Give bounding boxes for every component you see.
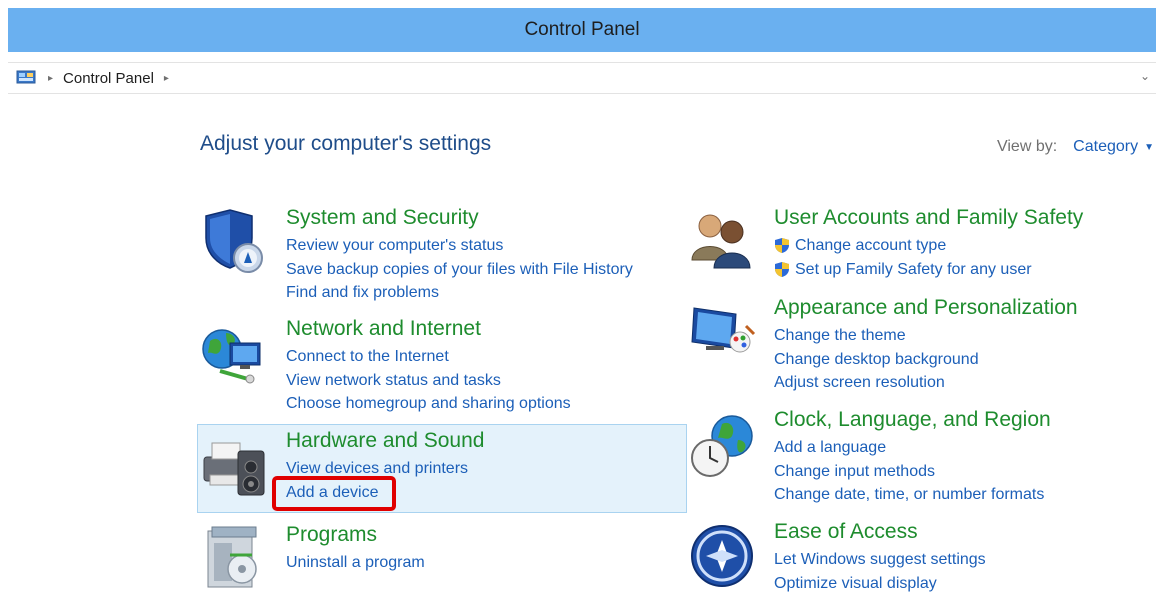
link-label[interactable]: Set up Family Safety for any user — [795, 258, 1032, 282]
link-label[interactable]: Change account type — [795, 234, 946, 258]
uac-shield-icon — [774, 261, 790, 278]
accessibility-icon[interactable] — [688, 522, 758, 592]
breadcrumb-separator[interactable]: ▸ — [48, 73, 53, 84]
link-review-status[interactable]: Review your computer's status — [286, 234, 633, 258]
category-title[interactable]: Hardware and Sound — [286, 429, 484, 453]
category-title[interactable]: Programs — [286, 523, 377, 547]
link-file-history[interactable]: Save backup copies of your files with Fi… — [286, 258, 633, 282]
category-links: Uninstall a program — [286, 551, 425, 575]
category-links: Review your computer's status Save backu… — [286, 234, 633, 305]
uac-shield-icon — [774, 237, 790, 254]
category-title[interactable]: User Accounts and Family Safety — [774, 206, 1083, 230]
link-change-theme[interactable]: Change the theme — [774, 324, 979, 348]
monitor-paint-icon[interactable] — [688, 298, 758, 368]
link-family-safety[interactable]: Set up Family Safety for any user — [774, 258, 1032, 282]
category-title[interactable]: System and Security — [286, 206, 479, 230]
view-by-dropdown[interactable]: Category — [1073, 138, 1138, 156]
security-shield-icon[interactable] — [200, 208, 270, 278]
control-panel-icon[interactable] — [16, 69, 38, 87]
link-desktop-background[interactable]: Change desktop background — [774, 348, 979, 372]
category-title[interactable]: Appearance and Personalization — [774, 296, 1078, 320]
link-optimize-display[interactable]: Optimize visual display — [774, 572, 986, 596]
users-icon[interactable] — [688, 208, 758, 278]
link-input-methods[interactable]: Change input methods — [774, 460, 1044, 484]
link-network-status[interactable]: View network status and tasks — [286, 369, 571, 393]
category-links: Change the theme Change desktop backgrou… — [774, 324, 979, 395]
printer-speaker-icon[interactable] — [200, 431, 270, 501]
view-by: View by: Category ▼ — [997, 138, 1156, 156]
programs-box-icon[interactable] — [200, 525, 270, 595]
category-links: Add a language Change input methods Chan… — [774, 436, 1044, 507]
link-uninstall-program[interactable]: Uninstall a program — [286, 551, 425, 575]
category-title[interactable]: Ease of Access — [774, 520, 918, 544]
window-title-bar: Control Panel — [8, 8, 1156, 52]
category-title[interactable]: Clock, Language, and Region — [774, 408, 1051, 432]
link-connect-internet[interactable]: Connect to the Internet — [286, 345, 571, 369]
category-title[interactable]: Network and Internet — [286, 317, 481, 341]
view-by-caret-icon[interactable]: ▼ — [1144, 142, 1154, 153]
view-by-label: View by: — [996, 138, 1058, 155]
annotation-highlight-box — [272, 476, 396, 511]
network-globe-icon[interactable] — [200, 319, 270, 389]
clock-globe-icon[interactable] — [688, 410, 758, 480]
link-add-language[interactable]: Add a language — [774, 436, 1044, 460]
link-find-fix-problems[interactable]: Find and fix problems — [286, 281, 633, 305]
breadcrumb-control-panel[interactable]: Control Panel — [63, 70, 154, 87]
page-title: Adjust your computer's settings — [200, 132, 492, 155]
link-screen-resolution[interactable]: Adjust screen resolution — [774, 371, 979, 395]
address-dropdown-icon[interactable]: ⌄ — [1140, 69, 1150, 83]
address-bar[interactable]: ▸ Control Panel ▸ ⌄ — [8, 62, 1156, 94]
category-links: Change account type Set up Family Safety… — [774, 234, 1032, 281]
window-title: Control Panel — [524, 19, 640, 40]
category-links: Let Windows suggest settings Optimize vi… — [774, 548, 986, 595]
breadcrumb-separator[interactable]: ▸ — [164, 73, 169, 84]
category-links: Connect to the Internet View network sta… — [286, 345, 571, 416]
link-suggest-settings[interactable]: Let Windows suggest settings — [774, 548, 986, 572]
link-homegroup[interactable]: Choose homegroup and sharing options — [286, 392, 571, 416]
link-change-account-type[interactable]: Change account type — [774, 234, 1032, 258]
link-date-time-formats[interactable]: Change date, time, or number formats — [774, 483, 1044, 507]
